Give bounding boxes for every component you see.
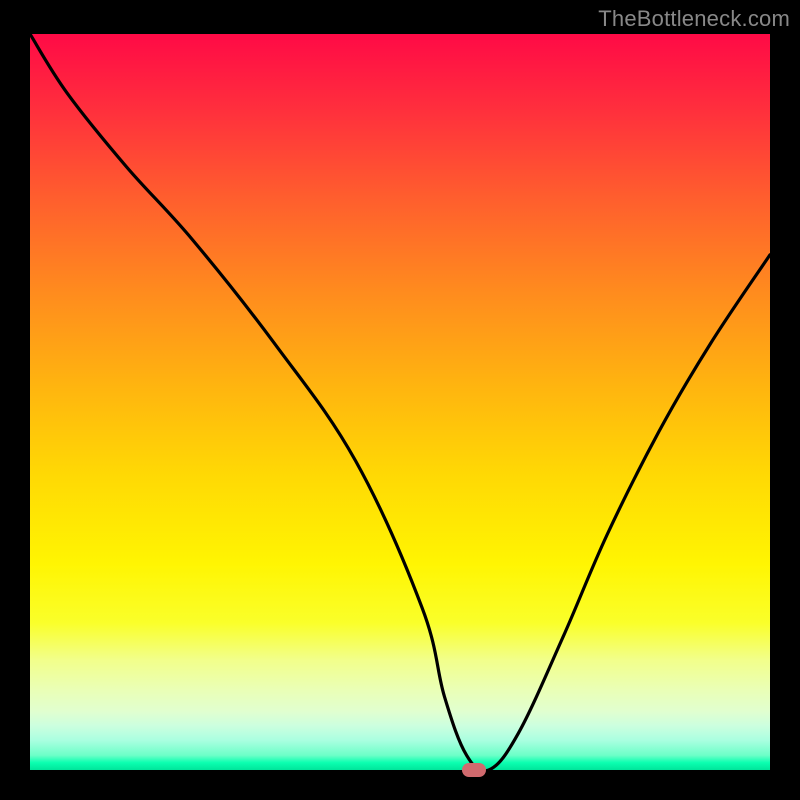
optimum-marker (462, 763, 486, 777)
attribution-text: TheBottleneck.com (598, 2, 800, 32)
header: TheBottleneck.com (0, 0, 800, 34)
bottleneck-curve (30, 34, 770, 770)
chart-frame: TheBottleneck.com (0, 0, 800, 800)
plot-area (30, 34, 770, 770)
curve-layer (30, 34, 770, 770)
